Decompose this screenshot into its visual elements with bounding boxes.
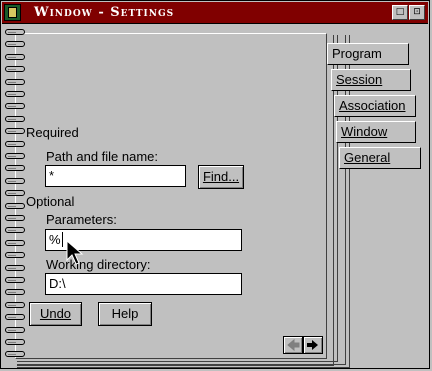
maximize-button[interactable]: ⊡	[409, 5, 425, 20]
parameters-label: Parameters:	[46, 212, 117, 227]
parameters-value: %	[49, 232, 61, 247]
binding-ring	[5, 252, 25, 259]
tab-general-label: General	[344, 150, 391, 165]
required-heading: Required	[26, 125, 79, 140]
binding-ring	[5, 339, 25, 345]
help-button[interactable]: Help	[98, 302, 152, 326]
spiral-binding	[5, 29, 25, 359]
binding-ring	[5, 41, 25, 48]
binding-ring	[5, 53, 25, 60]
maximize-icon: ⊡	[413, 7, 421, 17]
binding-ring	[5, 326, 25, 333]
binding-ring	[5, 264, 25, 271]
binding-ring	[5, 153, 25, 159]
find-button[interactable]: Find...	[198, 165, 244, 189]
right-arrow-icon	[307, 340, 318, 350]
find-button-label: Find...	[202, 169, 240, 184]
binding-ring	[5, 140, 25, 147]
next-page-button[interactable]	[303, 336, 323, 354]
binding-ring	[5, 190, 25, 197]
restore-button[interactable]: □	[392, 5, 408, 20]
path-input[interactable]: *	[45, 165, 186, 187]
undo-button[interactable]: Undo	[29, 302, 82, 326]
tab-window-label: Window	[341, 124, 388, 139]
help-button-label: Help	[111, 306, 139, 321]
binding-ring	[5, 177, 25, 184]
binding-ring	[5, 115, 25, 122]
binding-ring	[5, 289, 25, 296]
path-label: Path and file name:	[46, 149, 159, 164]
left-arrow-icon	[287, 338, 300, 352]
binding-ring	[5, 227, 25, 234]
tab-association-label: Association	[339, 98, 406, 113]
title-bar[interactable]: Window - Settings □ ⊡	[2, 2, 428, 24]
tab-program[interactable]: Program	[327, 43, 409, 65]
binding-ring	[5, 314, 25, 321]
tab-window[interactable]: Window	[336, 121, 416, 143]
notebook: Required Path and file name: * Find... O…	[3, 25, 427, 368]
binding-ring	[5, 128, 25, 135]
binding-ring	[5, 202, 25, 209]
window-title: Window - Settings	[34, 5, 175, 20]
binding-ring	[5, 103, 25, 110]
tab-session-label: Session	[336, 72, 383, 87]
mouse-pointer-icon	[66, 240, 84, 265]
binding-ring	[5, 277, 25, 283]
binding-ring	[5, 165, 25, 172]
binding-ring	[5, 29, 25, 35]
settings-window: Window - Settings □ ⊡ Required Path and …	[0, 0, 430, 369]
undo-button-label: Undo	[39, 306, 72, 321]
tab-association[interactable]: Association	[334, 95, 416, 117]
binding-ring	[5, 66, 25, 73]
program-page: Required Path and file name: * Find... O…	[15, 33, 327, 359]
workdir-label: Working directory:	[46, 257, 151, 272]
binding-ring	[5, 91, 25, 97]
system-menu-icon[interactable]	[4, 4, 21, 21]
prev-page-button[interactable]	[283, 336, 303, 354]
tab-general[interactable]: General	[339, 147, 421, 169]
optional-heading: Optional	[26, 194, 75, 209]
workdir-input[interactable]: D:\	[45, 273, 242, 295]
binding-ring	[5, 351, 25, 358]
tab-program-label: Program	[332, 46, 382, 61]
binding-ring	[5, 301, 25, 308]
text-caret	[62, 232, 63, 247]
binding-ring	[5, 239, 25, 246]
restore-icon: □	[395, 7, 405, 17]
tab-session[interactable]: Session	[331, 69, 411, 91]
binding-ring	[5, 78, 25, 85]
binding-ring	[5, 215, 25, 221]
